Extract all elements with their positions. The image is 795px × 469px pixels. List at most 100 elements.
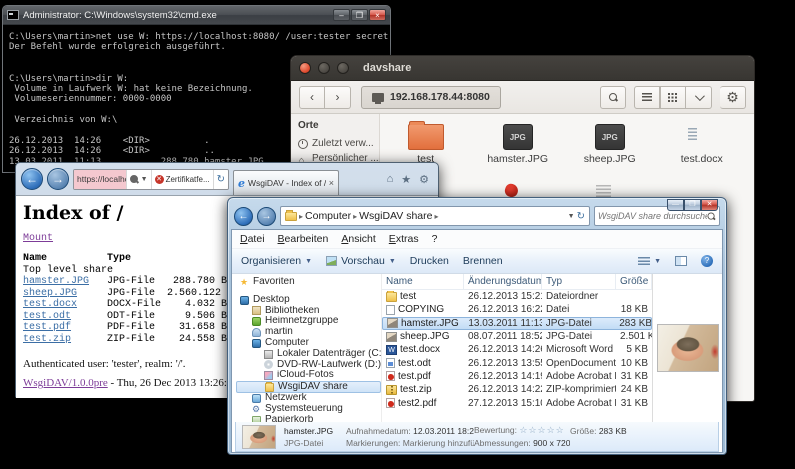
- nautilus-list-view-button[interactable]: [634, 86, 660, 109]
- file-link[interactable]: test.docx: [23, 299, 77, 310]
- tree-item-icon: [240, 278, 249, 287]
- table-row[interactable]: test2.pdf 27.12.2013 15:10 Adobe Acrobat…: [382, 396, 652, 409]
- file-link[interactable]: test.pdf: [23, 322, 71, 333]
- table-row[interactable]: test.zip 26.12.2013 14:22 ZIP-komprimier…: [382, 383, 652, 396]
- nautilus-forward-button[interactable]: ›: [325, 86, 351, 109]
- file-link[interactable]: sheep.JPG: [23, 288, 77, 299]
- nautilus-pathbar-button[interactable]: 192.168.178.44:8080: [361, 86, 501, 109]
- tree-item[interactable]: Heimnetzgruppe: [236, 316, 381, 327]
- menu-item[interactable]: Datei: [240, 233, 265, 245]
- explorer-maximize-button[interactable]: ❐: [684, 199, 701, 211]
- table-row[interactable]: COPYING 26.12.2013 16:22 Datei 18 KB: [382, 303, 652, 316]
- file-link[interactable]: hamster.JPG: [23, 276, 89, 287]
- file-date: 26.12.2013 14:19: [464, 371, 542, 382]
- burn-button[interactable]: Brennen: [463, 255, 503, 267]
- tree-item[interactable]: Systemsteuerung: [236, 404, 381, 415]
- tree-item[interactable]: Favoriten: [236, 277, 381, 288]
- tree-item[interactable]: Lokaler Datenträger (C:): [236, 349, 381, 360]
- ie-url-field[interactable]: https://localhost:8080/: [74, 170, 126, 189]
- wsgidav-version-link[interactable]: WsgiDAV/1.0.0pre: [23, 377, 108, 389]
- nautilus-file-item[interactable]: sheep.JPG: [564, 122, 656, 178]
- nautilus-search-button[interactable]: [600, 86, 626, 109]
- explorer-close-button[interactable]: ✕: [701, 199, 718, 211]
- table-row[interactable]: test.docx 26.12.2013 14:26 Microsoft Wor…: [382, 343, 652, 356]
- home-icon[interactable]: ⌂: [387, 173, 394, 186]
- explorer-forward-button[interactable]: →: [257, 207, 276, 226]
- tree-item[interactable]: Bibliotheken: [236, 306, 381, 317]
- favorites-star-icon[interactable]: ★: [401, 173, 411, 186]
- ie-refresh-button[interactable]: ↻: [213, 170, 228, 189]
- gear-icon[interactable]: ⚙: [419, 173, 429, 186]
- nautilus-view-options-button[interactable]: [686, 86, 712, 109]
- breadcrumb-separator: ▸: [299, 212, 303, 221]
- file-size: 24 KB: [616, 384, 652, 395]
- nautilus-menu-button[interactable]: ⚙: [720, 86, 746, 109]
- ie-address-bar[interactable]: https://localhost:8080/ ▼ ✕ Zertifikatfe…: [73, 169, 229, 190]
- cmd-maximize-button[interactable]: ❐: [351, 9, 368, 21]
- preview-button[interactable]: Vorschau ▼: [326, 255, 396, 267]
- column-header-size[interactable]: Größe: [616, 274, 652, 290]
- menu-item[interactable]: Extras: [389, 233, 419, 245]
- nautilus-file-item[interactable]: hamster.JPG: [472, 122, 564, 178]
- ie-tab[interactable]: e WsgiDAV - Index of / ×: [233, 170, 339, 195]
- nautilus-toolbar: ‹ › 192.168.178.44:8080 ⚙: [291, 81, 754, 114]
- explorer-minimize-button[interactable]: —: [667, 199, 684, 211]
- organize-button[interactable]: Organisieren ▼: [241, 255, 312, 267]
- table-row[interactable]: hamster.JPG 13.03.2011 11:13 JPG-Datei 2…: [382, 317, 652, 330]
- table-row[interactable]: test.pdf 26.12.2013 14:19 Adobe Acrobat …: [382, 370, 652, 383]
- ie-forward-button[interactable]: →: [47, 168, 69, 190]
- change-view-button[interactable]: ▼: [638, 257, 661, 266]
- search-input[interactable]: [598, 211, 707, 221]
- certificate-error-icon: ✕: [155, 175, 164, 184]
- tree-item[interactable]: iCloud-Fotos: [236, 370, 381, 381]
- cmd-close-button[interactable]: ×: [369, 9, 386, 21]
- address-dropdown-icon[interactable]: ▼: [568, 213, 575, 220]
- preview-pane-toggle[interactable]: [675, 256, 687, 266]
- ie-cert-error-button[interactable]: ✕ Zertifikatfe...: [151, 170, 213, 189]
- file-link[interactable]: test.odt: [23, 311, 71, 322]
- file-size: 31 KB: [616, 398, 652, 409]
- tree-item[interactable]: Computer: [236, 338, 381, 349]
- nautilus-back-button[interactable]: ‹: [299, 86, 325, 109]
- nautilus-sidebar-item[interactable]: Zuletzt verw...: [298, 136, 379, 151]
- cmd-titlebar[interactable]: Administrator: C:\Windows\system32\cmd.e…: [3, 6, 390, 25]
- menu-item[interactable]: Ansicht: [341, 233, 375, 245]
- print-button[interactable]: Drucken: [410, 255, 449, 267]
- tree-item[interactable]: WsgiDAV share: [236, 381, 381, 393]
- column-header-type[interactable]: Typ: [542, 274, 616, 290]
- nautilus-minimize-button[interactable]: [318, 62, 330, 74]
- rating-stars[interactable]: ☆☆☆☆☆: [519, 425, 564, 435]
- column-header-date[interactable]: Änderungsdatum: [464, 274, 542, 290]
- mount-link[interactable]: Mount: [23, 233, 53, 244]
- nautilus-file-item[interactable]: test.docx: [656, 122, 748, 178]
- nautilus-maximize-button[interactable]: [337, 62, 349, 74]
- table-row[interactable]: sheep.JPG 08.07.2011 18:52 JPG-Datei 2.5…: [382, 330, 652, 343]
- breadcrumb-wsgidav-share[interactable]: WsgiDAV share: [359, 210, 432, 222]
- refresh-icon[interactable]: ↻: [577, 211, 585, 222]
- menu-item[interactable]: Bearbeiten: [278, 233, 329, 245]
- tree-item[interactable]: DVD-RW-Laufwerk (D:): [236, 360, 381, 371]
- tree-item[interactable]: Desktop: [236, 295, 381, 306]
- file-link[interactable]: test.zip: [23, 334, 71, 345]
- explorer-back-button[interactable]: ←: [234, 207, 253, 226]
- tab-close-icon[interactable]: ×: [329, 178, 334, 188]
- breadcrumb[interactable]: ▸ Computer ▸ WsgiDAV share ▸ ▼ ↻: [280, 206, 590, 226]
- table-row[interactable]: test.odt 26.12.2013 13:55 OpenDocument T…: [382, 356, 652, 369]
- tree-item[interactable]: Papierkorb: [236, 415, 381, 422]
- ie-back-button[interactable]: ←: [21, 168, 43, 190]
- menu-item[interactable]: ?: [432, 233, 438, 245]
- file-type-icon: [386, 292, 397, 302]
- breadcrumb-computer[interactable]: Computer: [305, 210, 351, 222]
- tree-item[interactable]: martin: [236, 327, 381, 338]
- nautilus-titlebar[interactable]: davshare: [291, 56, 754, 81]
- details-tags-value[interactable]: Markierung hinzufügen: [403, 438, 474, 448]
- nautilus-grid-view-button[interactable]: [660, 86, 686, 109]
- column-header-name[interactable]: Name: [382, 274, 464, 290]
- ie-search-dropdown[interactable]: ▼: [126, 170, 151, 189]
- tree-item[interactable]: Netzwerk: [236, 393, 381, 404]
- tree-item-icon: [252, 405, 261, 414]
- table-row[interactable]: test 26.12.2013 15:21 Dateiordner: [382, 290, 652, 303]
- help-icon[interactable]: ?: [701, 255, 713, 267]
- nautilus-close-button[interactable]: [299, 62, 311, 74]
- cmd-minimize-button[interactable]: –: [333, 9, 350, 21]
